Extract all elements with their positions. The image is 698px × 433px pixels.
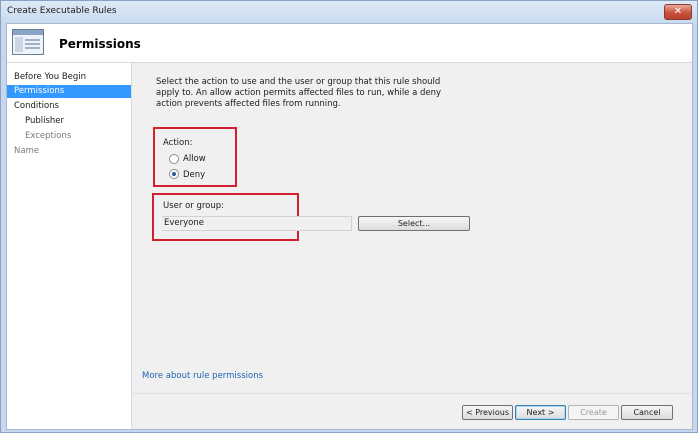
user-group-label: User or group: (163, 201, 225, 211)
nav-item-before-you-begin[interactable]: Before You Begin (7, 71, 131, 84)
nav-item-publisher[interactable]: Publisher (7, 115, 131, 128)
page-title: Permissions (59, 37, 141, 51)
wizard-footer: < Previous Next > Create Cancel (132, 393, 692, 430)
deny-label[interactable]: Deny (183, 170, 205, 180)
next-button[interactable]: Next > (515, 405, 566, 420)
user-group-field[interactable]: Everyone (162, 216, 352, 231)
wizard-content: Select the action to use and the user or… (132, 63, 692, 393)
action-label: Action: (163, 138, 193, 148)
dialog-window: Create Executable Rules ✕ Permissions Be… (0, 0, 698, 433)
deny-radio[interactable] (169, 169, 179, 179)
close-icon: ✕ (673, 6, 683, 17)
nav-item-exceptions: Exceptions (25, 131, 72, 141)
wizard-step-nav: Before You Begin Permissions Conditions … (7, 63, 132, 429)
wizard-header: Permissions (7, 24, 692, 63)
permissions-description: Select the action to use and the user or… (156, 77, 442, 109)
dialog-client-area: Permissions Before You Begin Permissions… (6, 23, 693, 430)
close-button[interactable]: ✕ (664, 4, 692, 20)
nav-item-name: Name (14, 146, 40, 156)
create-button: Create (568, 405, 619, 420)
title-bar[interactable]: Create Executable Rules ✕ (1, 1, 697, 23)
select-user-button[interactable]: Select... (358, 216, 470, 231)
allow-label[interactable]: Allow (183, 154, 206, 164)
window-layout-icon (12, 29, 44, 55)
nav-item-conditions[interactable]: Conditions (7, 100, 131, 113)
allow-radio[interactable] (169, 154, 179, 164)
window-title: Create Executable Rules (7, 6, 117, 16)
more-about-rule-permissions-link[interactable]: More about rule permissions (142, 371, 263, 381)
previous-button[interactable]: < Previous (462, 405, 513, 420)
nav-item-permissions[interactable]: Permissions (7, 85, 131, 98)
cancel-button[interactable]: Cancel (621, 405, 673, 420)
